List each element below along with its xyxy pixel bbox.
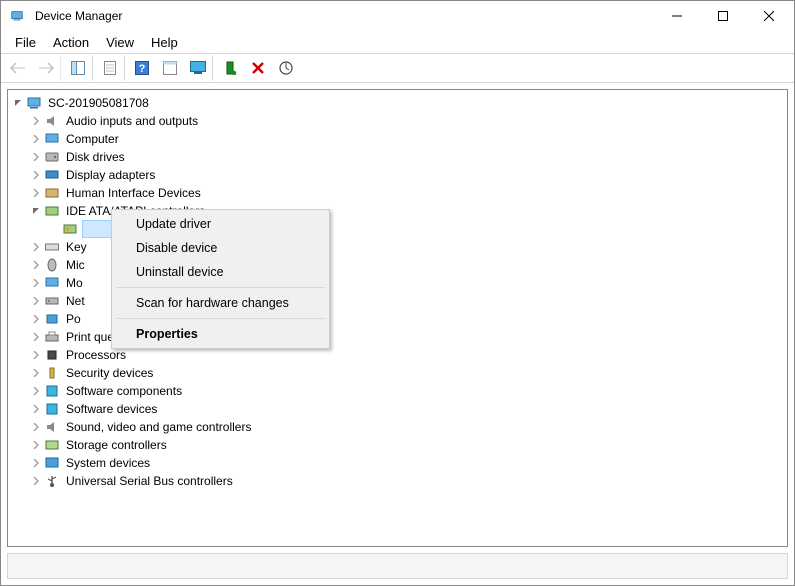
speaker-icon bbox=[44, 419, 60, 435]
menu-view[interactable]: View bbox=[98, 33, 142, 52]
menu-update-driver[interactable]: Update driver bbox=[114, 212, 327, 236]
tree-node-sec[interactable]: Security devices bbox=[8, 364, 787, 382]
menu-file[interactable]: File bbox=[7, 33, 44, 52]
tree-node-system[interactable]: System devices bbox=[8, 454, 787, 472]
device-tree[interactable]: SC-201905081708 Audio inputs and outputs… bbox=[7, 89, 788, 547]
ports-icon bbox=[44, 311, 60, 327]
printer-icon bbox=[44, 329, 60, 345]
menubar: File Action View Help bbox=[1, 31, 794, 53]
chevron-right-icon[interactable] bbox=[28, 315, 44, 323]
close-button[interactable] bbox=[746, 1, 792, 31]
tree-node-sound[interactable]: Sound, video and game controllers bbox=[8, 418, 787, 436]
scan-hardware-button[interactable] bbox=[273, 55, 299, 81]
keyboard-icon bbox=[44, 239, 60, 255]
chevron-right-icon[interactable] bbox=[28, 477, 44, 485]
menu-action[interactable]: Action bbox=[45, 33, 97, 52]
chevron-right-icon[interactable] bbox=[28, 117, 44, 125]
chevron-down-icon[interactable] bbox=[10, 99, 26, 107]
chevron-right-icon[interactable] bbox=[28, 279, 44, 287]
monitor-icon bbox=[44, 275, 60, 291]
ide-device-icon bbox=[62, 221, 78, 237]
disk-icon bbox=[44, 149, 60, 165]
cpu-icon bbox=[44, 347, 60, 363]
tree-node-disk[interactable]: Disk drives bbox=[8, 148, 787, 166]
chevron-down-icon[interactable] bbox=[28, 207, 44, 215]
chevron-right-icon[interactable] bbox=[28, 405, 44, 413]
storage-icon bbox=[44, 437, 60, 453]
display-adapter-icon bbox=[44, 167, 60, 183]
usb-icon bbox=[44, 473, 60, 489]
chevron-right-icon[interactable] bbox=[28, 333, 44, 341]
tree-root[interactable]: SC-201905081708 bbox=[8, 94, 787, 112]
uninstall-device-button[interactable] bbox=[245, 55, 271, 81]
speaker-icon bbox=[44, 113, 60, 129]
properties-button[interactable] bbox=[97, 55, 125, 81]
help-button[interactable]: ? bbox=[129, 55, 155, 81]
chevron-right-icon[interactable] bbox=[28, 171, 44, 179]
window-controls bbox=[654, 1, 792, 31]
system-device-icon bbox=[44, 455, 60, 471]
tree-node-softd[interactable]: Software devices bbox=[8, 400, 787, 418]
show-hide-tree-button[interactable] bbox=[65, 55, 93, 81]
maximize-button[interactable] bbox=[700, 1, 746, 31]
menu-separator bbox=[116, 318, 325, 319]
options-button[interactable] bbox=[157, 55, 183, 81]
toolbar: ? bbox=[1, 53, 794, 83]
svg-text:?: ? bbox=[139, 63, 146, 75]
chevron-right-icon[interactable] bbox=[28, 297, 44, 305]
titlebar: Device Manager bbox=[1, 1, 794, 31]
mouse-icon bbox=[44, 257, 60, 273]
context-menu: Update driver Disable device Uninstall d… bbox=[111, 209, 330, 349]
minimize-button[interactable] bbox=[654, 1, 700, 31]
software-component-icon bbox=[44, 383, 60, 399]
tree-node-display[interactable]: Display adapters bbox=[8, 166, 787, 184]
enable-device-button[interactable] bbox=[217, 55, 243, 81]
monitor-icon bbox=[44, 131, 60, 147]
menu-scan-hardware[interactable]: Scan for hardware changes bbox=[114, 291, 327, 315]
status-bar bbox=[7, 553, 788, 579]
tree-node-softc[interactable]: Software components bbox=[8, 382, 787, 400]
tree-node-hid[interactable]: Human Interface Devices bbox=[8, 184, 787, 202]
menu-uninstall-device[interactable]: Uninstall device bbox=[114, 260, 327, 284]
menu-separator bbox=[116, 287, 325, 288]
tree-root-label: SC-201905081708 bbox=[46, 94, 151, 112]
tree-node-usb[interactable]: Universal Serial Bus controllers bbox=[8, 472, 787, 490]
back-button[interactable] bbox=[5, 55, 31, 81]
security-icon bbox=[44, 365, 60, 381]
network-icon bbox=[44, 293, 60, 309]
chevron-right-icon[interactable] bbox=[28, 459, 44, 467]
tree-node-storage[interactable]: Storage controllers bbox=[8, 436, 787, 454]
forward-button[interactable] bbox=[33, 55, 61, 81]
device-manager-window: { "window": { "title": "Device Manager" … bbox=[0, 0, 795, 586]
window-title: Device Manager bbox=[35, 9, 654, 23]
tree-node-audio[interactable]: Audio inputs and outputs bbox=[8, 112, 787, 130]
menu-help[interactable]: Help bbox=[143, 33, 186, 52]
chevron-right-icon[interactable] bbox=[28, 153, 44, 161]
chevron-right-icon[interactable] bbox=[28, 135, 44, 143]
chevron-right-icon[interactable] bbox=[28, 387, 44, 395]
app-icon bbox=[9, 8, 25, 24]
chevron-right-icon[interactable] bbox=[28, 261, 44, 269]
chevron-right-icon[interactable] bbox=[28, 369, 44, 377]
chevron-right-icon[interactable] bbox=[28, 423, 44, 431]
hid-icon bbox=[44, 185, 60, 201]
tree-node-ide-child-label bbox=[82, 220, 114, 238]
chevron-right-icon[interactable] bbox=[28, 243, 44, 251]
ide-controller-icon bbox=[44, 203, 60, 219]
chevron-right-icon[interactable] bbox=[28, 441, 44, 449]
menu-properties[interactable]: Properties bbox=[114, 322, 327, 346]
chevron-right-icon[interactable] bbox=[28, 351, 44, 359]
software-device-icon bbox=[44, 401, 60, 417]
monitor-button[interactable] bbox=[185, 55, 213, 81]
tree-node-computer[interactable]: Computer bbox=[8, 130, 787, 148]
chevron-right-icon[interactable] bbox=[28, 189, 44, 197]
menu-disable-device[interactable]: Disable device bbox=[114, 236, 327, 260]
computer-icon bbox=[26, 95, 42, 111]
